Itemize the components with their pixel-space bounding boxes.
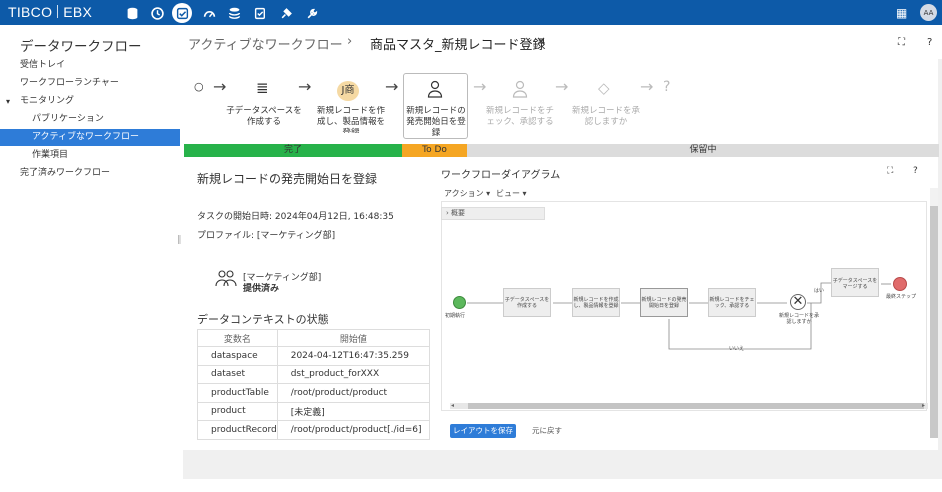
sidebar-item-inbox[interactable]: 受信トレイ [0, 57, 180, 74]
sidebar-item-launcher[interactable]: ワークフローランチャー [0, 75, 180, 92]
task-profile: プロファイル: [マーケティング部] [197, 231, 336, 241]
close-icon[interactable]: × [536, 34, 546, 48]
variable-name: productTable [197, 383, 278, 403]
gauge-icon[interactable] [199, 3, 219, 23]
horizontal-scroll-thumb[interactable] [468, 403, 924, 409]
column-header: 変数名 [197, 329, 278, 347]
variable-value: dst_product_forXXX [276, 364, 431, 384]
end-event-node[interactable] [893, 277, 907, 291]
table-row: dataset dst_product_forXXX [197, 364, 431, 384]
start-circle-icon: ○ [194, 80, 204, 93]
chevron-down-icon[interactable]: ▾ [6, 93, 10, 110]
diagram-node-check-approve[interactable]: 新規レコードをチェック、承認する [708, 288, 756, 317]
plug-icon[interactable] [276, 3, 296, 23]
variable-value: [未定義] [276, 401, 431, 421]
arrow-icon: → [298, 77, 312, 96]
user-icon [427, 80, 443, 102]
apps-grid-icon[interactable]: ▦ [896, 6, 907, 20]
database-icon[interactable] [122, 3, 142, 23]
start-event-node[interactable] [453, 296, 466, 309]
action-menu[interactable]: アクション ▾ [444, 188, 490, 199]
variable-name: dataset [197, 364, 278, 384]
decision-diamond-icon: ◇ [598, 79, 610, 97]
start-label: 初期執行 [445, 313, 466, 319]
view-menu[interactable]: ビュー ▾ [496, 188, 527, 199]
diagram-node-release-date[interactable]: 新規レコードの発売開始日を登録 [640, 288, 688, 317]
avatar[interactable]: AA [920, 4, 937, 21]
sidebar: データワークフロー 受信トレイ ワークフローランチャー ▾ モニタリング パブリ… [0, 25, 180, 492]
sidebar-item-completed[interactable]: 完了済みワークフロー [0, 165, 180, 182]
table-header-row: 変数名 開始値 [197, 329, 431, 347]
variable-value: /root/product/product [276, 383, 431, 403]
variable-name: product [197, 401, 278, 421]
arrow-icon: → [213, 77, 227, 96]
status-pending: 保留中 [467, 144, 939, 157]
group-icon [215, 268, 237, 292]
help-icon[interactable]: ? [913, 166, 918, 176]
reset-button[interactable]: 元に戻す [532, 424, 562, 438]
top-bar: TIBCO EBX ▦ AA [0, 0, 942, 25]
arrow-icon: → [385, 77, 399, 96]
variable-value: /root/product/product[./id=6] [276, 420, 431, 440]
sidebar-item-active-workflows[interactable]: アクティブなワークフロー [0, 129, 180, 146]
step-label-release-date: 新規レコードの発売開始日を登録 [406, 106, 466, 136]
arrow-icon: → [640, 77, 654, 96]
help-icon[interactable]: ? [927, 37, 932, 48]
decision-gateway-icon[interactable]: ✕ [790, 294, 806, 310]
tibco-ebx-logo[interactable]: TIBCO EBX [8, 4, 92, 20]
workflow-check-icon[interactable] [172, 3, 192, 23]
vertical-scroll-thumb[interactable] [930, 206, 938, 438]
clock-icon[interactable] [147, 3, 167, 23]
status-todo: To Do [402, 144, 467, 157]
save-layout-button[interactable]: レイアウトを保存 [450, 424, 516, 438]
end-label: 最終ステップ [886, 294, 917, 300]
diagram-node-create-record[interactable]: 新規レコードを作成し、製品情報を登録 [572, 288, 620, 317]
task-title: 新規レコードの発売開始日を登録 [197, 172, 378, 186]
diagram-node-merge-dataspace[interactable]: 子データスペースをマージする [831, 268, 879, 297]
group-status: 提供済み [243, 284, 280, 294]
step-label-create-dataspace: 子データスペースを作成する [226, 106, 302, 127]
table-row: product [未定義] [197, 401, 431, 421]
yes-label: はい [814, 288, 825, 294]
column-header: 開始値 [276, 329, 431, 347]
sidebar-title: データワークフロー [20, 39, 142, 55]
page-title: 商品マスタ_新規レコード登録 [370, 38, 546, 53]
edit-check-icon[interactable] [250, 3, 270, 23]
decision-label: 新規レコードを承認しますか [778, 313, 819, 325]
dataspace-icon: ≣ [256, 79, 269, 97]
task-start-time: タスクの開始日時: 2024年04月12日, 16:48:35 [197, 212, 394, 222]
table-row: dataspace 2024-04-12T16:47:35.259 [197, 346, 431, 366]
sidebar-item-work-items[interactable]: 作業項目 [0, 147, 180, 164]
step-label-check-approve: 新規レコードをチェック、承認する [485, 106, 554, 127]
variable-name: dataspace [197, 346, 278, 366]
sidebar-item-publications[interactable]: パブリケーション [0, 111, 180, 128]
diagram-title: ワークフローダイアグラム [441, 170, 561, 181]
user-icon [512, 80, 528, 102]
context-title: データコンテキストの状態 [197, 313, 329, 326]
step-label-create-record: 新規レコードを作成し、製品情報を登録 [316, 106, 385, 133]
context-table: 変数名 開始値 dataspace 2024-04-12T16:47:35.259… [197, 329, 431, 440]
expand-icon[interactable]: ⛶ [898, 37, 905, 48]
expand-icon[interactable]: ⛶ [887, 166, 893, 176]
question-icon: ? [663, 79, 671, 95]
arrow-icon: → [555, 77, 569, 96]
arrow-icon: → [473, 77, 487, 96]
layers-icon[interactable] [224, 3, 244, 23]
no-label: いいえ [729, 346, 745, 352]
step-label-approve-question: 新規レコードを承認しますか [571, 106, 640, 127]
table-row: productRecord/root/product/product[./id=… [197, 420, 431, 440]
diagram-node-create-dataspace[interactable]: 子データスペースを作成する [503, 288, 551, 317]
variable-value: 2024-04-12T16:47:35.259 [276, 346, 431, 366]
sidebar-item-monitoring[interactable]: ▾ モニタリング [0, 93, 180, 110]
status-done: 完了 [184, 144, 402, 157]
sidebar-item-label: モニタリング [20, 96, 75, 106]
variable-name: productRecord [197, 420, 278, 440]
breadcrumb[interactable]: アクティブなワークフロー [188, 34, 343, 53]
wrench-icon[interactable] [302, 3, 322, 23]
table-row: productTable/root/product/product [197, 383, 431, 403]
scroll-right-icon[interactable]: ▸ [922, 402, 925, 409]
breadcrumb-separator: › [347, 34, 353, 49]
scroll-left-icon[interactable]: ◂ [451, 402, 454, 409]
product-icon: J商 [337, 81, 359, 101]
